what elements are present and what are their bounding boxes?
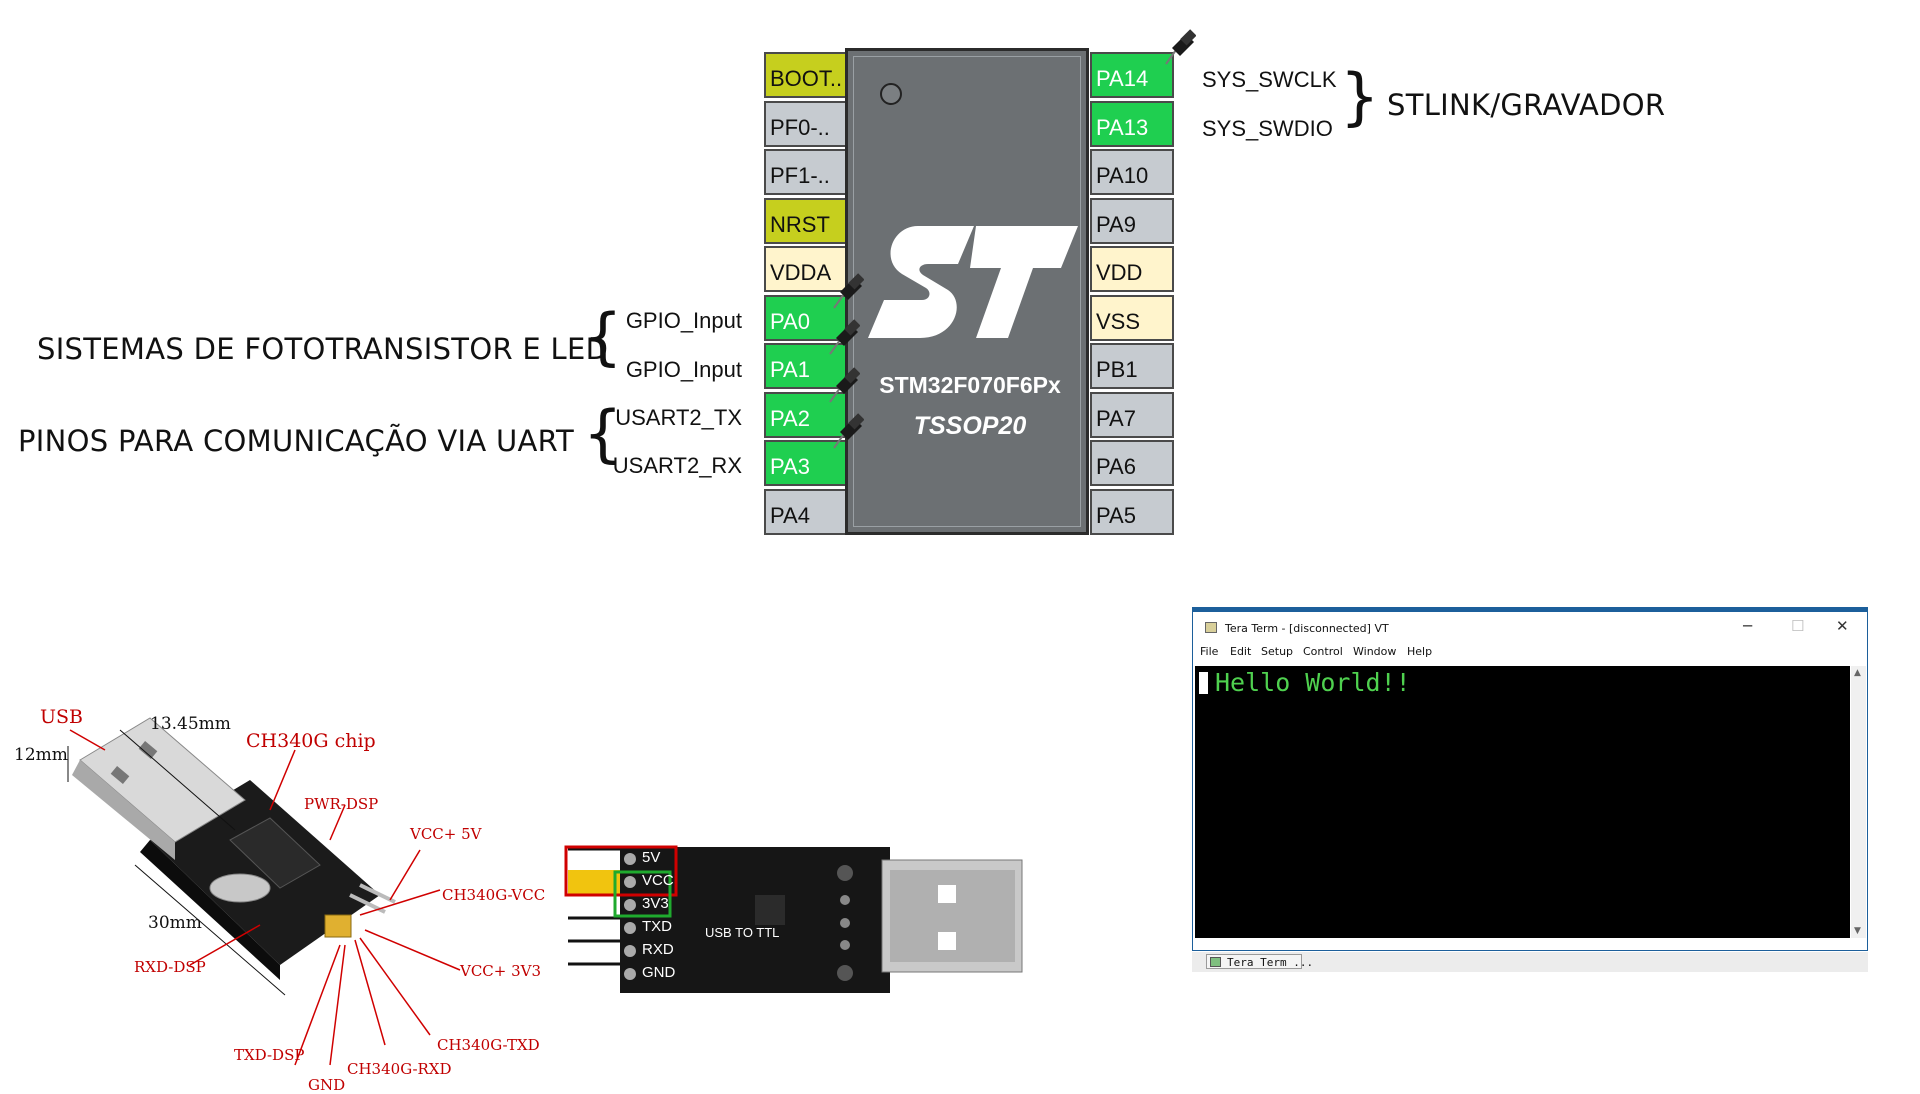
pushpin-icon	[833, 273, 864, 309]
teraterm-app-icon	[1205, 622, 1217, 633]
taskbar-app-icon	[1210, 957, 1221, 967]
left-pin-pf0: PF0-..	[764, 100, 848, 147]
pin-label-txd: TXD	[642, 918, 672, 935]
menu-setup[interactable]: Setup	[1261, 645, 1293, 658]
right-pin-pa13: PA13	[1090, 100, 1174, 147]
pin-label-rxd: RXD	[642, 941, 674, 958]
terminal-area[interactable]: Hello World!!	[1195, 666, 1850, 938]
dimension-width: 13.45mm	[150, 714, 231, 734]
close-button[interactable]: ✕	[1836, 617, 1849, 635]
signal-pa13: SYS_SWDIO	[1202, 116, 1333, 141]
label-vcc-5v: VCC+ 5V	[410, 825, 482, 843]
menu-file[interactable]: File	[1200, 645, 1218, 658]
pin-label-3v3: 3V3	[642, 895, 669, 912]
left-pin-pf1: PF1-..	[764, 149, 848, 195]
group-label-stlink: STLINK/GRAVADOR	[1387, 88, 1666, 122]
terminal-cursor	[1199, 672, 1208, 694]
dimension-height: 12mm	[14, 745, 68, 765]
label-pwr-dsp: PWR-DSP	[304, 795, 379, 813]
right-pin-vss: VSS	[1090, 294, 1174, 341]
right-pin-pa9: PA9	[1090, 197, 1174, 244]
right-pin-pa7: PA7	[1090, 391, 1174, 438]
label-txd-dsp: TXD-DSP	[234, 1046, 305, 1064]
left-pin-pa4: PA4	[764, 488, 848, 535]
usb-ttl-board-illustration	[564, 845, 1023, 993]
label-rxd-dsp: RXD-DSP	[134, 958, 206, 976]
left-brace: {	[583, 397, 623, 470]
terminal-output: Hello World!!	[1215, 668, 1411, 697]
maximize-button[interactable]: ☐	[1791, 617, 1804, 635]
label-gnd: GND	[308, 1076, 346, 1094]
terminal-scrollbar[interactable]: ▲ ▼	[1851, 666, 1866, 938]
group-label-uart: PINOS PARA COMUNICAÇÃO VIA UART	[18, 424, 575, 458]
usb-ttl-board-photo: 5V VCC 3V3 TXD RXD GND USB TO TTL	[560, 795, 1025, 1010]
menu-help[interactable]: Help	[1407, 645, 1432, 658]
label-usb: USB	[40, 706, 83, 728]
pin1-marker	[880, 83, 902, 105]
pushpin-icon	[829, 367, 860, 403]
label-vcc-3v3: VCC+ 3V3	[460, 962, 542, 980]
pushpin-icon	[1165, 29, 1196, 65]
scroll-down-icon[interactable]: ▼	[1854, 926, 1861, 936]
pin-label-5v: 5V	[642, 849, 661, 866]
right-pin-pa5: PA5	[1090, 488, 1174, 535]
st-logo-icon	[868, 226, 1078, 338]
menu-edit[interactable]: Edit	[1230, 645, 1251, 658]
taskbar: Tera Term ...	[1192, 952, 1868, 972]
teraterm-window: Tera Term - [disconnected] VT ─ ☐ ✕ File…	[1192, 611, 1868, 951]
dimension-length: 30mm	[148, 913, 202, 933]
chip-package: TSSOP20	[913, 412, 1027, 440]
signal-pa14: SYS_SWCLK	[1202, 67, 1337, 92]
scroll-up-icon[interactable]: ▲	[1854, 668, 1861, 678]
chip-part-number: STM32F070F6Px	[879, 372, 1061, 398]
group-label-phototransistor: SISTEMAS DE FOTOTRANSISTOR E LED	[37, 332, 609, 366]
left-pin-boot: BOOT..	[764, 52, 848, 98]
menu-window[interactable]: Window	[1353, 645, 1396, 658]
right-pin-pb1: PB1	[1090, 343, 1174, 389]
window-title: Tera Term - [disconnected] VT	[1225, 622, 1389, 635]
menu-control[interactable]: Control	[1303, 645, 1343, 658]
label-ch340g-chip: CH340G chip	[246, 730, 376, 752]
pushpin-icon	[829, 319, 860, 355]
pin-label-gnd: GND	[642, 964, 676, 981]
left-pin-nrst: NRST	[764, 197, 848, 244]
right-pin-vdd: VDD	[1090, 246, 1174, 292]
pushpin-icon	[833, 413, 864, 449]
minimize-button[interactable]: ─	[1743, 617, 1752, 635]
right-pin-pa6: PA6	[1090, 440, 1174, 486]
label-ch340g-vcc: CH340G-VCC	[442, 886, 546, 904]
right-pin-pa10: PA10	[1090, 149, 1174, 195]
right-brace: }	[1340, 60, 1380, 133]
label-ch340g-txd: CH340G-TXD	[437, 1036, 540, 1054]
board-text: USB TO TTL	[705, 925, 780, 940]
pin-label-vcc: VCC	[642, 872, 674, 889]
label-ch340g-rxd: CH340G-RXD	[347, 1060, 452, 1078]
